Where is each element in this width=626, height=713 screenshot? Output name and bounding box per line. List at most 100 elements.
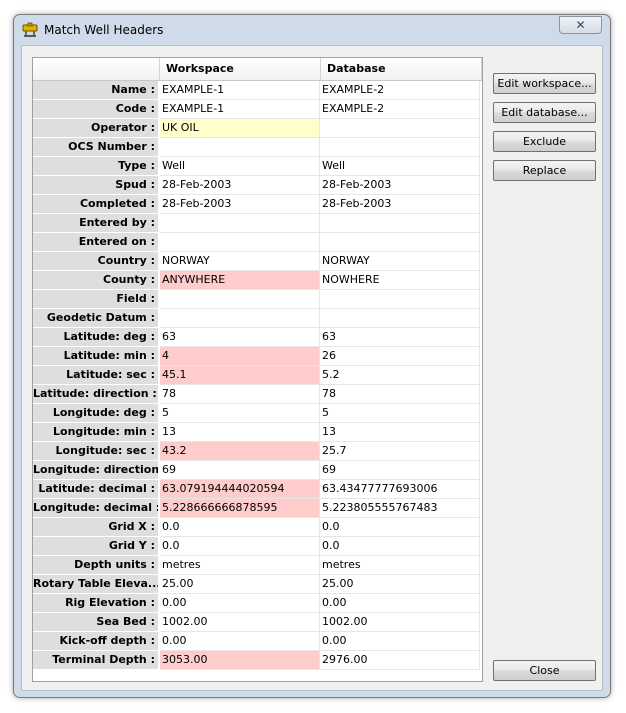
- table-row[interactable]: Depth units : metres metres: [33, 556, 482, 575]
- database-cell[interactable]: 25.7: [320, 442, 480, 461]
- database-cell[interactable]: 5: [320, 404, 480, 423]
- workspace-cell[interactable]: [160, 214, 320, 233]
- workspace-cell[interactable]: ANYWHERE: [160, 271, 320, 290]
- edit-workspace-button[interactable]: Edit workspace...: [493, 73, 596, 94]
- table-row[interactable]: Grid Y :0.0 0.0: [33, 537, 482, 556]
- workspace-cell[interactable]: 43.2: [160, 442, 320, 461]
- workspace-cell[interactable]: 4: [160, 347, 320, 366]
- database-cell[interactable]: Well: [320, 157, 480, 176]
- database-cell[interactable]: 25.00: [320, 575, 480, 594]
- table-row[interactable]: Rig Elevation :0.00 0.00: [33, 594, 482, 613]
- workspace-cell[interactable]: 63.079194444020594: [160, 480, 320, 499]
- table-row[interactable]: Longitude: direction :69 69: [33, 461, 482, 480]
- close-button[interactable]: Close: [493, 660, 596, 681]
- workspace-cell[interactable]: 5.228666666878595: [160, 499, 320, 518]
- table-row[interactable]: Longitude: decimal :5.228666666878595 5.2…: [33, 499, 482, 518]
- table-row[interactable]: Spud :28-Feb-2003 28-Feb-2003: [33, 176, 482, 195]
- table-row[interactable]: Longitude: sec :43.2 25.7: [33, 442, 482, 461]
- database-cell[interactable]: [320, 119, 480, 138]
- table-row[interactable]: Sea Bed :1002.00 1002.00: [33, 613, 482, 632]
- table-row[interactable]: Entered on :: [33, 233, 482, 252]
- table-row[interactable]: Entered by :: [33, 214, 482, 233]
- table-row[interactable]: Longitude: min :13 13: [33, 423, 482, 442]
- workspace-cell[interactable]: 28-Feb-2003: [160, 176, 320, 195]
- column-header-workspace[interactable]: Workspace: [160, 58, 321, 80]
- database-cell[interactable]: 1002.00: [320, 613, 480, 632]
- workspace-cell[interactable]: NORWAY: [160, 252, 320, 271]
- database-cell[interactable]: 28-Feb-2003: [320, 195, 480, 214]
- table-row[interactable]: Latitude: deg :63 63: [33, 328, 482, 347]
- database-cell[interactable]: metres: [320, 556, 480, 575]
- table-row[interactable]: OCS Number :: [33, 138, 482, 157]
- database-cell[interactable]: 28-Feb-2003: [320, 176, 480, 195]
- workspace-cell[interactable]: 5: [160, 404, 320, 423]
- database-cell[interactable]: [320, 233, 480, 252]
- workspace-cell[interactable]: EXAMPLE-1: [160, 100, 320, 119]
- workspace-cell[interactable]: UK OIL: [160, 119, 320, 138]
- table-row[interactable]: Latitude: direction :78 78: [33, 385, 482, 404]
- database-cell[interactable]: 5.223805555767483: [320, 499, 480, 518]
- table-row[interactable]: County : ANYWHERE NOWHERE: [33, 271, 482, 290]
- workspace-cell[interactable]: metres: [160, 556, 320, 575]
- workspace-cell[interactable]: 28-Feb-2003: [160, 195, 320, 214]
- workspace-cell[interactable]: 69: [160, 461, 320, 480]
- table-row[interactable]: Kick-off depth :0.00 0.00: [33, 632, 482, 651]
- database-cell[interactable]: 0.00: [320, 632, 480, 651]
- replace-button[interactable]: Replace: [493, 160, 596, 181]
- database-cell[interactable]: 63.43477777693006: [320, 480, 480, 499]
- table-row[interactable]: Latitude: sec :45.1 5.2: [33, 366, 482, 385]
- database-cell[interactable]: 0.0: [320, 537, 480, 556]
- exclude-button[interactable]: Exclude: [493, 131, 596, 152]
- database-cell[interactable]: 63: [320, 328, 480, 347]
- table-row[interactable]: Country : NORWAY NORWAY: [33, 252, 482, 271]
- table-row[interactable]: Latitude: min :4 26: [33, 347, 482, 366]
- workspace-cell[interactable]: Well: [160, 157, 320, 176]
- database-cell[interactable]: EXAMPLE-2: [320, 81, 480, 100]
- workspace-cell[interactable]: 1002.00: [160, 613, 320, 632]
- database-cell[interactable]: 0.0: [320, 518, 480, 537]
- workspace-cell[interactable]: EXAMPLE-1: [160, 81, 320, 100]
- database-cell[interactable]: 78: [320, 385, 480, 404]
- database-cell[interactable]: 2976.00: [320, 651, 480, 670]
- workspace-cell[interactable]: 25.00: [160, 575, 320, 594]
- table-row[interactable]: Name : EXAMPLE-1 EXAMPLE-2: [33, 81, 482, 100]
- table-row[interactable]: Code : EXAMPLE-1 EXAMPLE-2: [33, 100, 482, 119]
- database-cell[interactable]: NORWAY: [320, 252, 480, 271]
- workspace-cell[interactable]: [160, 233, 320, 252]
- workspace-cell[interactable]: 0.00: [160, 594, 320, 613]
- table-row[interactable]: Completed :28-Feb-2003 28-Feb-2003: [33, 195, 482, 214]
- database-cell[interactable]: NOWHERE: [320, 271, 480, 290]
- window-close-button[interactable]: ✕: [559, 16, 602, 34]
- workspace-cell[interactable]: 13: [160, 423, 320, 442]
- database-cell[interactable]: 69: [320, 461, 480, 480]
- database-cell[interactable]: 26: [320, 347, 480, 366]
- database-cell[interactable]: [320, 214, 480, 233]
- workspace-cell[interactable]: [160, 290, 320, 309]
- database-cell[interactable]: [320, 309, 480, 328]
- workspace-cell[interactable]: [160, 138, 320, 157]
- workspace-cell[interactable]: 45.1: [160, 366, 320, 385]
- table-row[interactable]: Grid X :0.0 0.0: [33, 518, 482, 537]
- table-row[interactable]: Rotary Table Eleva... 25.00 25.00: [33, 575, 482, 594]
- database-cell[interactable]: 0.00: [320, 594, 480, 613]
- table-row[interactable]: Type : Well Well: [33, 157, 482, 176]
- database-cell[interactable]: 13: [320, 423, 480, 442]
- database-cell[interactable]: [320, 138, 480, 157]
- workspace-cell[interactable]: 0.00: [160, 632, 320, 651]
- database-cell[interactable]: EXAMPLE-2: [320, 100, 480, 119]
- table-row[interactable]: Operator : UK OIL: [33, 119, 482, 138]
- database-cell[interactable]: [320, 290, 480, 309]
- edit-database-button[interactable]: Edit database...: [493, 102, 596, 123]
- table-row[interactable]: Latitude: decimal :63.079194444020594 63.…: [33, 480, 482, 499]
- workspace-cell[interactable]: 0.0: [160, 537, 320, 556]
- workspace-cell[interactable]: 0.0: [160, 518, 320, 537]
- database-cell[interactable]: 5.2: [320, 366, 480, 385]
- table-row[interactable]: Longitude: deg :55: [33, 404, 482, 423]
- workspace-cell[interactable]: 63: [160, 328, 320, 347]
- table-row[interactable]: Geodetic Datum :: [33, 309, 482, 328]
- workspace-cell[interactable]: [160, 309, 320, 328]
- workspace-cell[interactable]: 78: [160, 385, 320, 404]
- column-header-database[interactable]: Database: [321, 58, 482, 80]
- table-row[interactable]: Field :: [33, 290, 482, 309]
- workspace-cell[interactable]: 3053.00: [160, 651, 320, 670]
